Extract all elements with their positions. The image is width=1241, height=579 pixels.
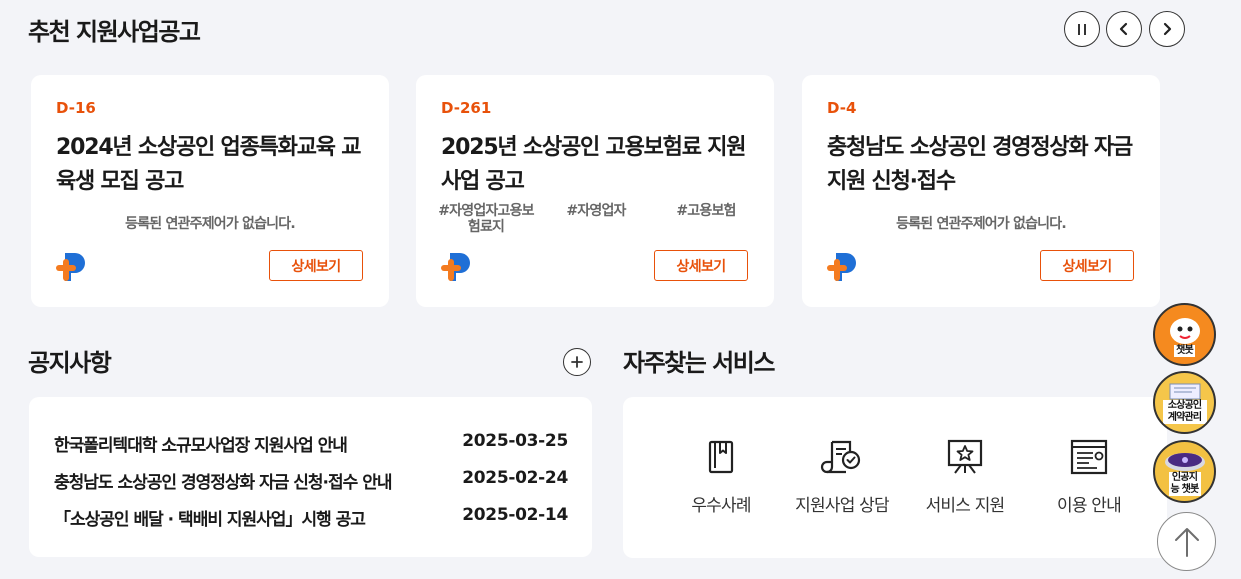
- announcement-card[interactable]: D-261 2025년 소상공인 고용보험료 지원사업 공고 #자영업자고용보험…: [416, 75, 774, 307]
- mascot-chatbot-icon: [1169, 317, 1200, 344]
- empty-topics-text: 등록된 연관주제어가 없습니다.: [125, 216, 296, 232]
- ai-chatbot-label: 인공지능 챗봇: [1168, 471, 1201, 496]
- service-label: 지원사업 상담: [795, 496, 889, 516]
- notice-more-button[interactable]: [563, 348, 591, 376]
- plus-icon: [571, 356, 583, 368]
- empty-topics-text: 등록된 연관주제어가 없습니다.: [896, 216, 1067, 232]
- contract-document-icon: [1169, 383, 1200, 399]
- notice-item[interactable]: 「소상공인 배달 · 택배비 지원사업」시행 공고 2025-02-14: [54, 505, 568, 530]
- recommended-card-carousel: D-16 2024년 소상공인 업종특화교육 교육생 모집 공고 등록된 연관주…: [0, 0, 1167, 330]
- card-title[interactable]: 2024년 소상공인 업종특화교육 교육생 모집 공고: [56, 131, 376, 199]
- notice-title[interactable]: 한국폴리텍대학 소규모사업장 지원사업 안내: [54, 431, 348, 456]
- topic-tag[interactable]: #자영업자고용보험료지: [436, 203, 536, 235]
- notice-date: 2025-02-14: [462, 505, 568, 525]
- scroll-top-button[interactable]: [1157, 512, 1216, 571]
- service-label: 이용 안내: [1057, 496, 1122, 516]
- star-frame-icon: [947, 439, 983, 474]
- notice-title[interactable]: 「소상공인 배달 · 택배비 지원사업」시행 공고: [54, 505, 366, 530]
- sbiz-logo-icon: [56, 253, 85, 281]
- sbiz-logo-icon: [827, 253, 856, 281]
- notice-date: 2025-03-25: [462, 431, 568, 451]
- dday-badge: D-16: [56, 99, 96, 117]
- detail-button[interactable]: 상세보기: [1040, 250, 1134, 281]
- guide-document-icon: [1070, 439, 1108, 475]
- notice-list: 한국폴리텍대학 소규모사업장 지원사업 안내 2025-03-25 충청남도 소…: [29, 397, 592, 557]
- card-title[interactable]: 충청남도 소상공인 경영정상화 자금 지원 신청·접수: [827, 131, 1147, 199]
- service-support[interactable]: 서비스 지원: [905, 437, 1025, 516]
- topic-tag[interactable]: #자영업자: [546, 203, 646, 235]
- notice-title[interactable]: 충청남도 소상공인 경영정상화 자금 신청·접수 안내: [54, 468, 392, 493]
- contract-label: 소상공인 계약관리: [1162, 399, 1207, 424]
- detail-button[interactable]: 상세보기: [269, 250, 363, 281]
- topic-tags: #자영업자고용보험료지 #자영업자 #고용보험: [436, 203, 756, 235]
- service-best-practice[interactable]: 우수사례: [661, 437, 781, 516]
- service-consulting[interactable]: 지원사업 상담: [782, 437, 902, 516]
- announcement-card[interactable]: D-16 2024년 소상공인 업종특화교육 교육생 모집 공고 등록된 연관주…: [31, 75, 389, 307]
- arrow-up-icon: [1174, 527, 1199, 557]
- document-check-icon: [820, 440, 861, 474]
- dday-badge: D-261: [441, 99, 492, 117]
- bookmark-book-icon: [708, 440, 734, 474]
- detail-button[interactable]: 상세보기: [654, 250, 748, 281]
- card-title[interactable]: 2025년 소상공인 고용보험료 지원사업 공고: [441, 131, 761, 199]
- chatbot-float-button[interactable]: 챗봇: [1153, 303, 1216, 366]
- notice-item[interactable]: 한국폴리텍대학 소규모사업장 지원사업 안내 2025-03-25: [54, 431, 568, 456]
- service-label: 서비스 지원: [925, 496, 1006, 516]
- service-label: 우수사례: [691, 496, 751, 516]
- announcement-card[interactable]: D-4 충청남도 소상공인 경영정상화 자금 지원 신청·접수 등록된 연관주제…: [802, 75, 1160, 307]
- notice-section-title: 공지사항: [28, 349, 112, 377]
- notice-item[interactable]: 충청남도 소상공인 경영정상화 자금 신청·접수 안내 2025-02-24: [54, 468, 568, 493]
- contract-management-float-button[interactable]: 소상공인 계약관리: [1153, 371, 1216, 434]
- topic-tag[interactable]: #고용보험: [656, 203, 756, 235]
- ai-device-icon: [1164, 452, 1205, 471]
- notice-date: 2025-02-24: [462, 468, 568, 488]
- chatbot-label: 챗봇: [1174, 344, 1195, 357]
- services-section-title: 자주찾는 서비스: [623, 349, 775, 377]
- dday-badge: D-4: [827, 99, 857, 117]
- ai-chatbot-float-button[interactable]: 인공지능 챗봇: [1153, 440, 1216, 503]
- services-panel: 우수사례 지원사업 상담 서비스 지원 이용 안내: [623, 397, 1167, 558]
- sbiz-logo-icon: [441, 253, 470, 281]
- service-guide[interactable]: 이용 안내: [1029, 437, 1149, 516]
